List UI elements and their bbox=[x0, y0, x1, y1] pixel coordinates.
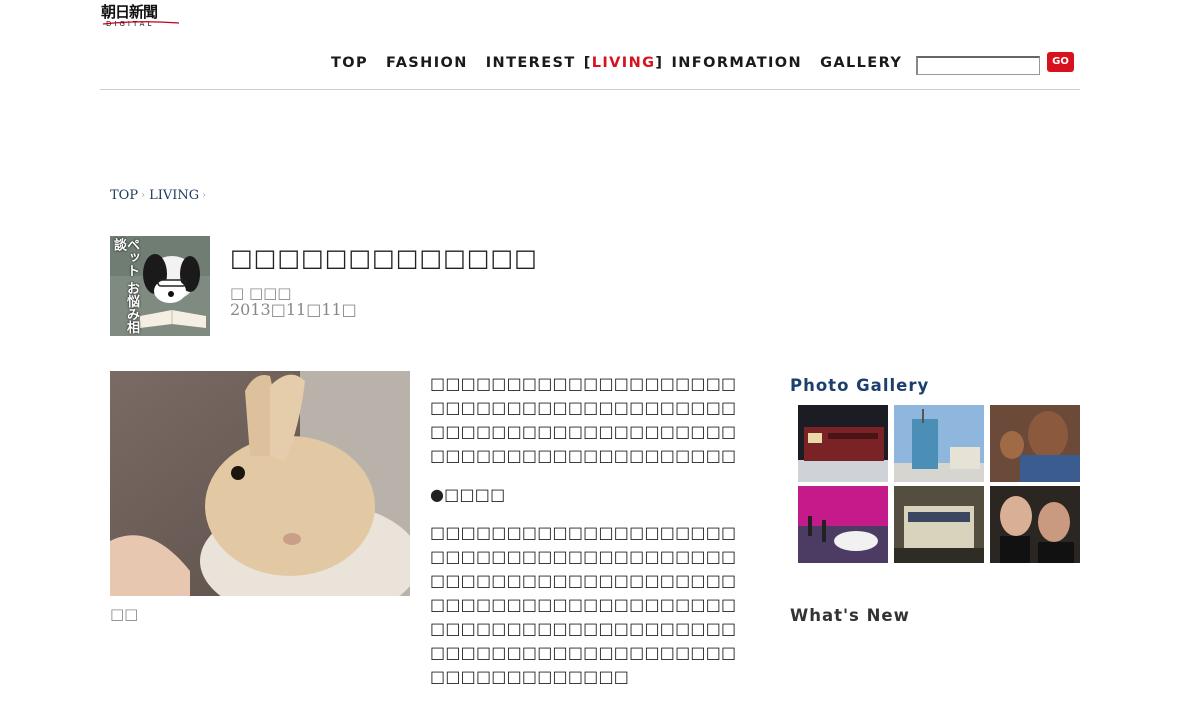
gallery-thumb-actors-portrait[interactable] bbox=[990, 486, 1080, 563]
gallery-thumb-train-night[interactable] bbox=[798, 405, 888, 482]
chevron-right-icon: › bbox=[141, 190, 146, 201]
chevron-right-icon: › bbox=[202, 190, 207, 201]
photo-gallery-grid bbox=[798, 405, 1080, 563]
rabbit-image bbox=[110, 371, 410, 596]
nav-interest[interactable]: INTEREST bbox=[486, 55, 576, 71]
breadcrumb-living[interactable]: LIVING bbox=[149, 188, 199, 203]
header-divider bbox=[100, 89, 1080, 90]
whats-new-heading: What's New bbox=[790, 606, 910, 625]
article-paragraph: □□□□□□□□□□□□□□□□□□□□□□□□□□□□□□□□□□□□□□□□… bbox=[430, 374, 737, 465]
column-thumbnail[interactable]: ペット お悩み相談 bbox=[110, 236, 210, 336]
article-title: □□□□□□□□□□□□□ bbox=[230, 244, 538, 272]
nav-bracket-close: ] bbox=[655, 55, 664, 71]
site-logo[interactable]: 朝日新聞 DIGITAL bbox=[101, 4, 181, 32]
article-date: 2013□11□11□ bbox=[230, 300, 357, 319]
breadcrumb-top[interactable]: TOP bbox=[110, 188, 138, 203]
nav-bracket-open: [ bbox=[583, 55, 592, 71]
main-nav: TOP FASHION INTEREST [ LIVING ] INFORMAT… bbox=[331, 53, 902, 73]
search-go-button[interactable]: GO bbox=[1047, 52, 1074, 72]
nav-living[interactable]: LIVING bbox=[592, 55, 656, 71]
photo-gallery-heading[interactable]: Photo Gallery bbox=[790, 376, 929, 395]
logo-wordmark: 朝日新聞 bbox=[101, 3, 158, 21]
nav-fashion[interactable]: FASHION bbox=[386, 55, 468, 71]
article-paragraph: □□□□□□□□□□□□□□□□□□□□□□□□□□□□□□□□□□□□□□□□… bbox=[430, 523, 737, 686]
breadcrumb: TOP › LIVING › bbox=[110, 188, 210, 203]
logo-swoosh-icon bbox=[102, 21, 180, 25]
search-input[interactable] bbox=[916, 56, 1040, 75]
article-body: □□□□□□□□□□□□□□□□□□□□□□□□□□□□□□□□□□□□□□□□… bbox=[430, 372, 750, 704]
article-subheading: ●□□□□ bbox=[430, 485, 506, 504]
column-thumbnail-label: ペット お悩み相談 bbox=[111, 238, 139, 334]
nav-information[interactable]: INFORMATION bbox=[671, 55, 802, 71]
gallery-thumb-children-portrait[interactable] bbox=[990, 405, 1080, 482]
gallery-thumb-train-station[interactable] bbox=[894, 486, 984, 563]
nav-top[interactable]: TOP bbox=[331, 55, 368, 71]
article-photo bbox=[110, 371, 410, 596]
gallery-thumb-car-show[interactable] bbox=[798, 486, 888, 563]
photo-caption: □□ bbox=[110, 605, 139, 623]
nav-gallery[interactable]: GALLERY bbox=[820, 55, 902, 71]
gallery-thumb-tower-construction[interactable] bbox=[894, 405, 984, 482]
